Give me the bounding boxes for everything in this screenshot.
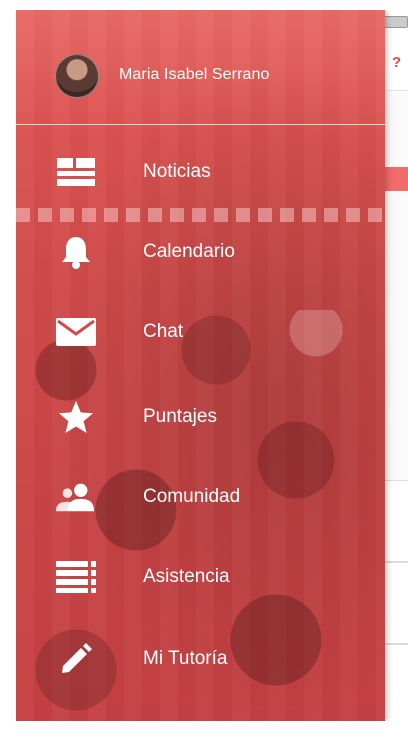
help-button[interactable]: ?: [392, 54, 401, 71]
envelope-icon: [56, 315, 96, 349]
battery-icon: [384, 16, 408, 28]
menu-item-label: Mi Tutoría: [143, 648, 228, 669]
menu-item-calendario[interactable]: Calendario: [16, 221, 385, 281]
menu-item-label: Calendario: [143, 241, 235, 262]
menu-item-label: Puntajes: [143, 406, 217, 427]
menu-item-puntajes[interactable]: Puntajes: [16, 386, 385, 446]
menu-item-noticias[interactable]: Noticias: [16, 141, 385, 201]
navigation-drawer: Maria Isabel Serrano Noticias Calendario…: [16, 10, 385, 721]
menu-item-label: Chat: [143, 321, 184, 342]
menu-item-label: Asistencia: [143, 566, 230, 587]
star-icon: [56, 400, 96, 434]
people-icon: [56, 480, 96, 514]
menu-item-asistencia[interactable]: Asistencia: [16, 546, 385, 606]
background-card: [384, 644, 408, 721]
list-icon: [56, 560, 96, 594]
menu-item-chat[interactable]: Chat: [16, 301, 385, 361]
screen: ? Maria Isabel Serrano Noticias Calendar…: [16, 10, 408, 721]
menu-item-label: Comunidad: [143, 486, 241, 507]
news-icon: [56, 155, 96, 189]
avatar[interactable]: [55, 54, 99, 98]
user-name: Maria Isabel Serrano: [119, 66, 270, 83]
bell-icon: [56, 235, 96, 269]
background-card: [384, 562, 408, 644]
drawer-header[interactable]: Maria Isabel Serrano: [16, 10, 385, 125]
background-card: [384, 480, 408, 562]
menu-item-comunidad[interactable]: Comunidad: [16, 466, 385, 526]
drawer-background-awning: [16, 208, 385, 222]
menu-item-mi-tutoria[interactable]: Mi Tutoría: [16, 628, 385, 688]
pencil-icon: [56, 642, 96, 676]
menu-item-label: Noticias: [143, 161, 211, 182]
